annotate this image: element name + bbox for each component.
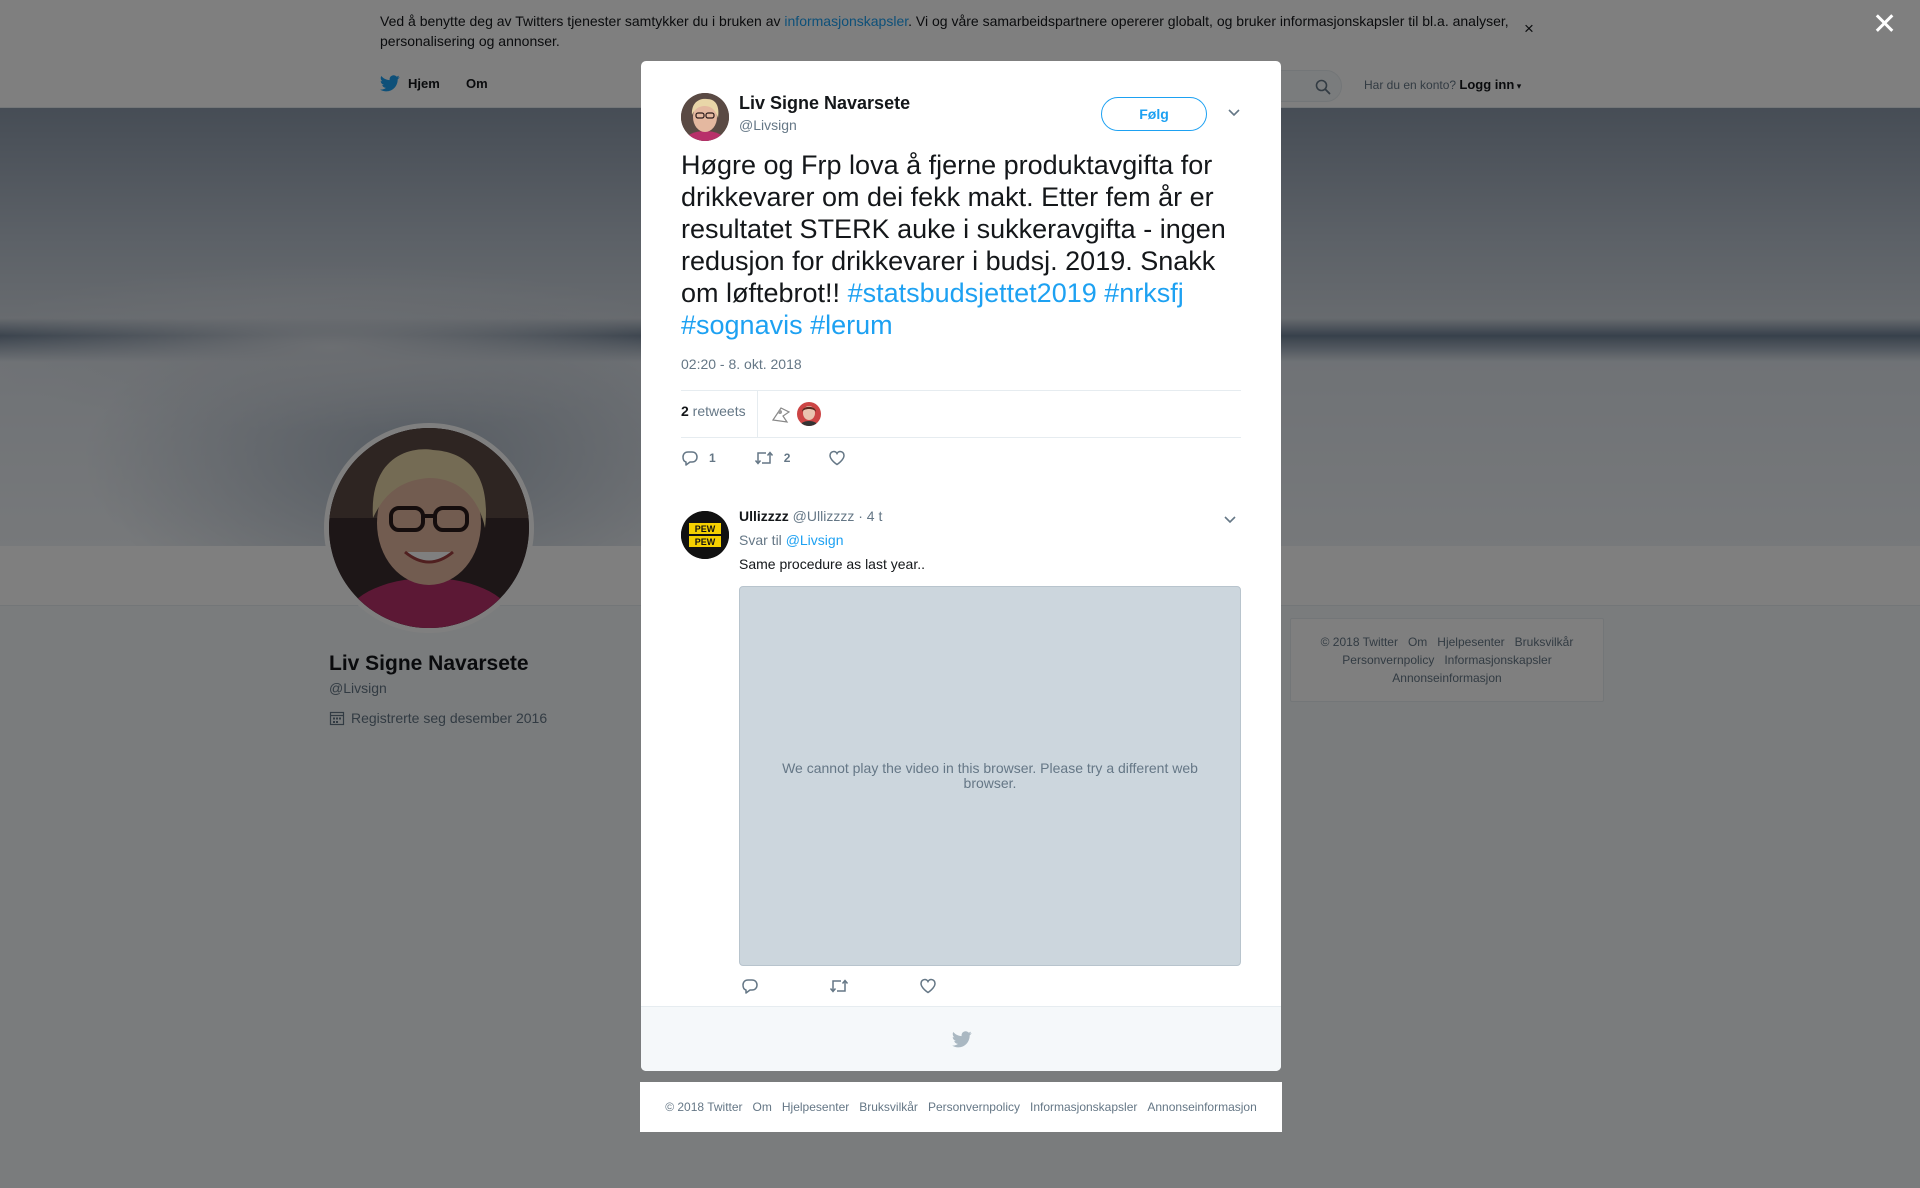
retweet-icon <box>754 451 773 465</box>
tweet-stats: 2 retweets <box>681 390 1241 438</box>
reply-header: Ullizzzz @Ullizzzz · 4 t <box>739 508 882 524</box>
retweeter-avatar[interactable] <box>797 402 821 426</box>
reply-author-avatar-image: PEW PEW <box>681 511 729 559</box>
retweet-button[interactable]: 2 <box>754 449 791 467</box>
follow-button[interactable]: Følg <box>1101 97 1207 131</box>
reply-icon <box>742 979 758 994</box>
retweet-count: 2 <box>783 451 791 465</box>
retweet-icon <box>829 979 849 993</box>
video-player[interactable]: We cannot play the video in this browser… <box>739 586 1241 966</box>
footer-link[interactable]: Personvernpolicy <box>928 1100 1020 1114</box>
reply-text: Same procedure as last year.. <box>739 556 925 572</box>
video-error-message: We cannot play the video in this browser… <box>782 760 1198 791</box>
hashtag-link[interactable]: #sognavis <box>681 310 803 340</box>
reply-icon <box>682 451 698 466</box>
reply-count: 1 <box>709 451 716 465</box>
tweet-text: Høgre og Frp lova å fjerne produktavgift… <box>681 149 1251 341</box>
tweet-author-avatar-image <box>681 93 729 141</box>
reply-to-line: Svar til @Livsign <box>739 532 843 548</box>
footer-link[interactable]: Hjelpesenter <box>782 1100 849 1114</box>
reply-retweet-button[interactable] <box>829 977 859 995</box>
svg-text:PEW: PEW <box>695 524 716 534</box>
reply-actions <box>741 977 1007 995</box>
retweeter-avatar[interactable] <box>769 402 793 426</box>
svg-text:PEW: PEW <box>695 537 716 547</box>
tweet-timestamp[interactable]: 02:20 - 8. okt. 2018 <box>681 356 802 372</box>
stats-divider <box>757 391 758 437</box>
chevron-down-icon[interactable] <box>1227 105 1241 123</box>
tweet-actions: 1 2 <box>681 449 894 467</box>
reply-reply-button[interactable] <box>741 977 769 995</box>
footer-link[interactable]: Om <box>753 1100 772 1114</box>
reply-author-handle[interactable]: @Ullizzzz <box>793 508 855 524</box>
reply-button[interactable]: 1 <box>681 449 716 467</box>
reply-author-avatar[interactable]: PEW PEW <box>681 511 729 559</box>
hashtag-link[interactable]: #lerum <box>810 310 893 340</box>
like-icon <box>829 450 846 466</box>
modal-footer <box>641 1006 1281 1071</box>
reply-time[interactable]: · 4 t <box>858 508 882 524</box>
reply-to-label: Svar til <box>739 532 786 548</box>
footer-link[interactable]: Informasjonskapsler <box>1030 1100 1137 1114</box>
reply-author-name[interactable]: Ullizzzz <box>739 508 789 524</box>
tweet-modal: Liv Signe Navarsete @Livsign Følg Høgre … <box>641 61 1281 1071</box>
retweet-stat-label: retweets <box>688 403 746 419</box>
like-button[interactable] <box>828 449 856 467</box>
reply-chevron-down-icon[interactable] <box>1223 512 1237 530</box>
hashtag-link[interactable]: #statsbudsjettet2019 <box>848 278 1097 308</box>
footer-link[interactable]: Bruksvilkår <box>859 1100 918 1114</box>
retweet-stat-count: 2 <box>681 403 689 419</box>
reply-like-button[interactable] <box>919 977 947 995</box>
tweet-author-avatar[interactable] <box>681 93 729 141</box>
twitter-bird-icon <box>952 1031 972 1048</box>
bottom-footer: © 2018 Twitter Om Hjelpesenter Bruksvilk… <box>640 1082 1282 1132</box>
footer-link[interactable]: © 2018 Twitter <box>665 1100 742 1114</box>
hashtag-link[interactable]: #nrksfj <box>1104 278 1184 308</box>
like-icon <box>920 978 936 994</box>
tweet-author-handle[interactable]: @Livsign <box>739 117 797 133</box>
tweet-author-name[interactable]: Liv Signe Navarsete <box>739 93 910 114</box>
retweet-stat[interactable]: 2 retweets <box>681 403 746 419</box>
footer-link[interactable]: Annonseinformasjon <box>1147 1100 1256 1114</box>
reply-to-handle-link[interactable]: @Livsign <box>786 532 844 548</box>
close-icon[interactable]: ✕ <box>1872 10 1897 40</box>
